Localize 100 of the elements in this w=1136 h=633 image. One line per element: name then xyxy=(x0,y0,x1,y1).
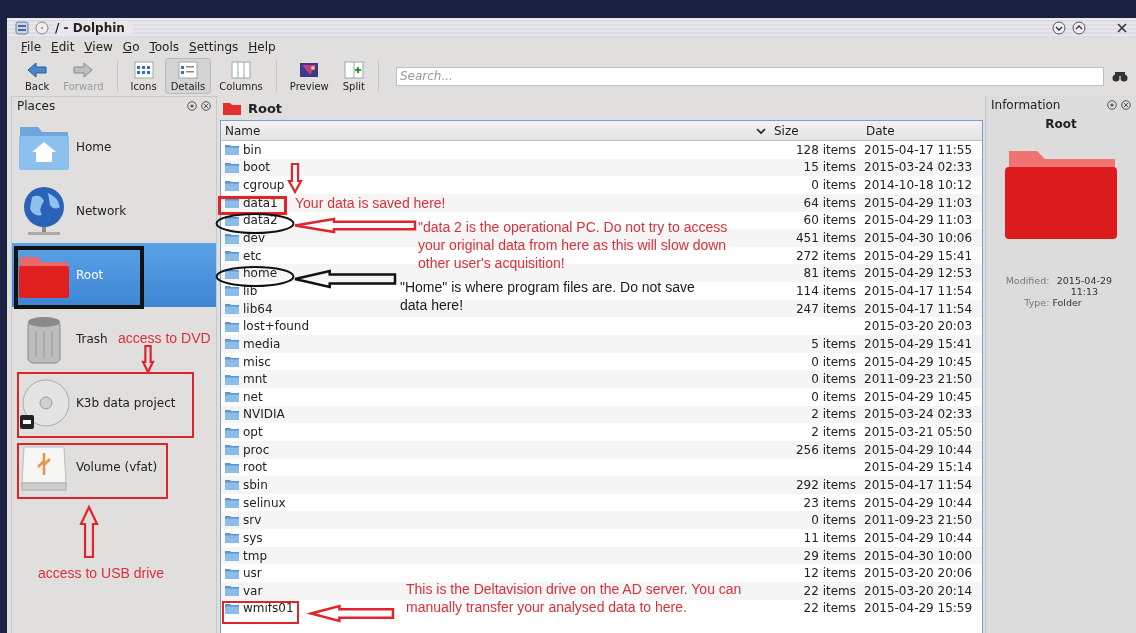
date-cell: 2015-04-29 15:14 xyxy=(864,460,973,475)
folder-icon xyxy=(225,161,239,173)
folder-icon xyxy=(225,267,239,279)
date-cell: 2015-04-17 11:54 xyxy=(864,301,973,316)
sort-chevron-icon[interactable] xyxy=(756,126,766,135)
highlight-box xyxy=(218,196,287,215)
folder-icon xyxy=(225,426,239,438)
file-name[interactable]: srv xyxy=(243,513,262,528)
date-cell: 2015-03-20 20:06 xyxy=(864,566,973,581)
menu-item[interactable]: Settings xyxy=(185,40,245,54)
file-name[interactable]: selinux xyxy=(243,495,286,510)
folder-icon xyxy=(225,514,239,526)
annotation-note: access to DVD xyxy=(118,329,212,347)
file-name[interactable]: root xyxy=(243,460,268,475)
size-cell: 256 items xyxy=(795,442,856,457)
folder-icon xyxy=(225,250,239,262)
places-item[interactable]: Volume (vfat) xyxy=(12,435,164,499)
file-name[interactable]: net xyxy=(243,389,263,404)
file-name[interactable]: sys xyxy=(243,530,263,545)
menu-item[interactable]: Go xyxy=(118,40,146,54)
folder-icon xyxy=(225,285,239,297)
file-name[interactable]: media xyxy=(243,336,281,351)
toolbar-button[interactable]: Details xyxy=(164,58,212,94)
menu-item[interactable]: Help xyxy=(244,40,282,54)
file-name[interactable]: var xyxy=(243,583,263,598)
annotation-arrow xyxy=(288,163,302,193)
date-cell: 2015-04-29 10:45 xyxy=(864,389,973,404)
close-icon[interactable] xyxy=(1121,100,1131,110)
size-cell: 272 items xyxy=(795,248,856,263)
size-cell: 64 items xyxy=(803,195,856,210)
close-icon[interactable] xyxy=(201,101,211,111)
menu-item[interactable]: Tools xyxy=(145,40,186,54)
date-cell: 2011-09-23 21:50 xyxy=(864,372,973,387)
menu-item[interactable]: File xyxy=(17,40,48,54)
file-name[interactable]: bin xyxy=(243,142,262,157)
toolbar-button[interactable]: Preview xyxy=(283,58,335,94)
column-header[interactable]: Size xyxy=(774,123,799,138)
float-icon[interactable] xyxy=(1107,100,1117,110)
file-name[interactable]: tmp xyxy=(243,548,267,563)
places-item[interactable]: K3b data project xyxy=(12,371,182,435)
size-cell: 12 items xyxy=(803,566,856,581)
date-cell: 2015-04-29 10:44 xyxy=(864,495,973,510)
minimize-button[interactable] xyxy=(1052,21,1066,35)
toolbar-button[interactable]: Back xyxy=(19,58,56,94)
folder-icon xyxy=(225,602,239,614)
close-icon[interactable] xyxy=(1116,22,1128,34)
file-name[interactable]: lib64 xyxy=(243,301,273,316)
date-cell: 2015-04-29 15:41 xyxy=(864,248,973,263)
float-icon[interactable] xyxy=(187,101,197,111)
date-cell: 2015-04-29 11:03 xyxy=(864,195,973,210)
file-name[interactable]: NVIDIA xyxy=(243,407,285,422)
file-name[interactable]: usr xyxy=(243,566,262,581)
file-name[interactable]: mnt xyxy=(243,372,267,387)
menu-item[interactable]: Edit xyxy=(47,40,81,54)
folder-icon xyxy=(225,479,239,491)
maximize-button[interactable] xyxy=(1072,21,1086,35)
panel-title: Places xyxy=(17,99,56,113)
panel-title: Information xyxy=(991,98,1061,112)
size-cell: 0 items xyxy=(811,513,856,528)
annotation-note: access to USB drive xyxy=(38,564,166,582)
file-name[interactable]: etc xyxy=(243,248,262,263)
app-icon[interactable] xyxy=(15,21,29,35)
file-name[interactable]: lost+found xyxy=(243,319,310,334)
search-field[interactable]: Search... xyxy=(395,66,1104,86)
size-cell: 0 items xyxy=(811,178,856,193)
size-cell: 22 items xyxy=(803,583,856,598)
date-cell: 2015-04-29 15:41 xyxy=(864,336,973,351)
column-header[interactable]: Date xyxy=(866,123,895,138)
folder-icon xyxy=(225,144,239,156)
folder-icon xyxy=(225,197,239,209)
file-name[interactable]: opt xyxy=(243,425,263,440)
annotation-note: Your data is saved here! xyxy=(295,194,447,212)
file-name[interactable]: misc xyxy=(243,354,271,369)
date-cell: 2015-04-30 10:00 xyxy=(864,548,973,563)
folder-icon xyxy=(222,100,242,116)
places-item[interactable]: Trash xyxy=(12,307,114,371)
places-item[interactable]: Network xyxy=(12,179,133,243)
toolbar-button[interactable]: Columns xyxy=(213,58,269,94)
toolbar-button[interactable]: Icons xyxy=(124,58,163,94)
file-name[interactable]: proc xyxy=(243,442,270,457)
size-cell: 247 items xyxy=(795,301,856,316)
file-name[interactable]: sbin xyxy=(243,478,268,492)
date-cell: 2015-04-17 11:54 xyxy=(864,478,973,492)
column-header[interactable]: Name xyxy=(225,123,261,138)
toolbar-button[interactable]: Split xyxy=(336,58,371,94)
folder-icon xyxy=(225,391,239,403)
date-cell: 2015-04-17 11:55 xyxy=(864,142,973,157)
menu-item[interactable]: View xyxy=(80,40,119,54)
binoculars-icon[interactable] xyxy=(1112,70,1128,82)
file-name[interactable]: cgroup xyxy=(243,178,285,193)
date-cell: 2015-04-29 10:44 xyxy=(864,530,973,545)
file-name[interactable]: boot xyxy=(243,160,270,175)
annotation-arrow xyxy=(80,506,98,558)
folder-icon xyxy=(225,356,239,367)
date-cell: 2011-09-23 21:50 xyxy=(864,513,973,528)
size-cell: 128 items xyxy=(795,142,856,157)
details-view-icon xyxy=(176,60,199,80)
back-arrow-icon xyxy=(26,60,49,80)
size-cell: 81 items xyxy=(803,266,856,281)
places-item[interactable]: Home xyxy=(12,115,118,179)
